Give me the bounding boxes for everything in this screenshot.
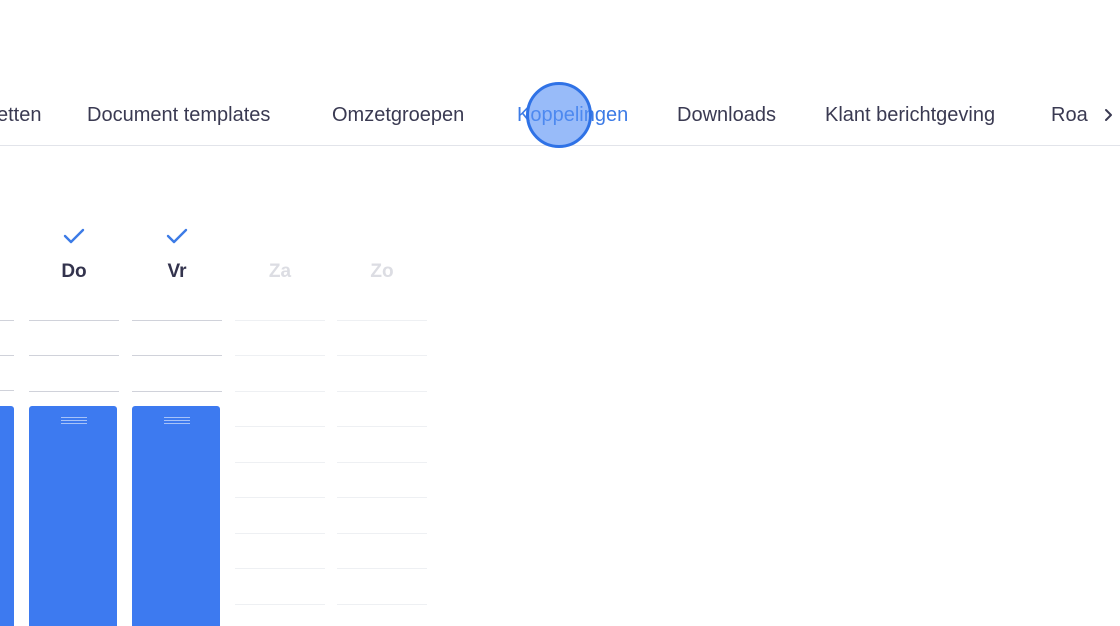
day-label[interactable]: Zo	[337, 260, 427, 284]
check-icon[interactable]	[165, 226, 189, 246]
tab-downloads[interactable]: Downloads	[677, 102, 776, 128]
slot-line	[337, 497, 427, 498]
slot-line	[337, 533, 427, 534]
schedule-block[interactable]	[29, 406, 117, 626]
tab-omzetgroepen[interactable]: Omzetgroepen	[332, 102, 464, 128]
slot-line	[0, 320, 14, 321]
drag-handle-icon[interactable]	[164, 417, 190, 425]
day-label: Vr	[167, 261, 187, 282]
slot-line	[337, 391, 427, 392]
day-column-vr: Vr	[132, 220, 222, 626]
drag-handle-icon[interactable]	[61, 417, 87, 425]
tab-klant-berichtgeving[interactable]: Klant berichtgeving	[825, 102, 995, 128]
tab-document-templates[interactable]: Document templates	[87, 102, 270, 128]
tab-partial-right[interactable]: Roa	[1051, 102, 1088, 128]
slot-line	[0, 355, 14, 356]
slot-line	[337, 320, 427, 321]
slot-line	[29, 320, 119, 321]
slot-line	[29, 391, 119, 392]
day-label: Do	[61, 261, 87, 282]
slot-line	[235, 391, 325, 392]
schedule-block[interactable]	[0, 406, 14, 626]
slot-line	[29, 355, 119, 356]
slot-line	[337, 568, 427, 569]
slot-line	[235, 497, 325, 498]
day-label[interactable]: Za	[235, 260, 325, 284]
slot-line	[132, 391, 222, 392]
day-column-zo: Zo	[337, 220, 427, 626]
slot-line	[337, 604, 427, 605]
slot-line	[235, 568, 325, 569]
slot-line	[235, 426, 325, 427]
slot-line	[0, 390, 14, 391]
slot-line	[235, 462, 325, 463]
click-indicator	[526, 82, 592, 148]
slot-line	[337, 462, 427, 463]
app-root: etten Document templates Omzetgroepen Ko…	[0, 0, 1120, 626]
day-column-do: Do	[29, 220, 119, 626]
slot-line	[235, 533, 325, 534]
slot-line	[235, 355, 325, 356]
schedule-block[interactable]	[132, 406, 220, 626]
slot-line	[337, 426, 427, 427]
slot-line	[132, 320, 222, 321]
chevron-right-icon[interactable]	[1100, 103, 1120, 127]
slot-line	[235, 604, 325, 605]
tab-partial-left[interactable]: etten	[0, 102, 41, 128]
check-icon[interactable]	[62, 226, 86, 246]
slot-line	[235, 320, 325, 321]
slot-line	[337, 355, 427, 356]
day-column-za: Za	[235, 220, 325, 626]
slot-line	[132, 355, 222, 356]
